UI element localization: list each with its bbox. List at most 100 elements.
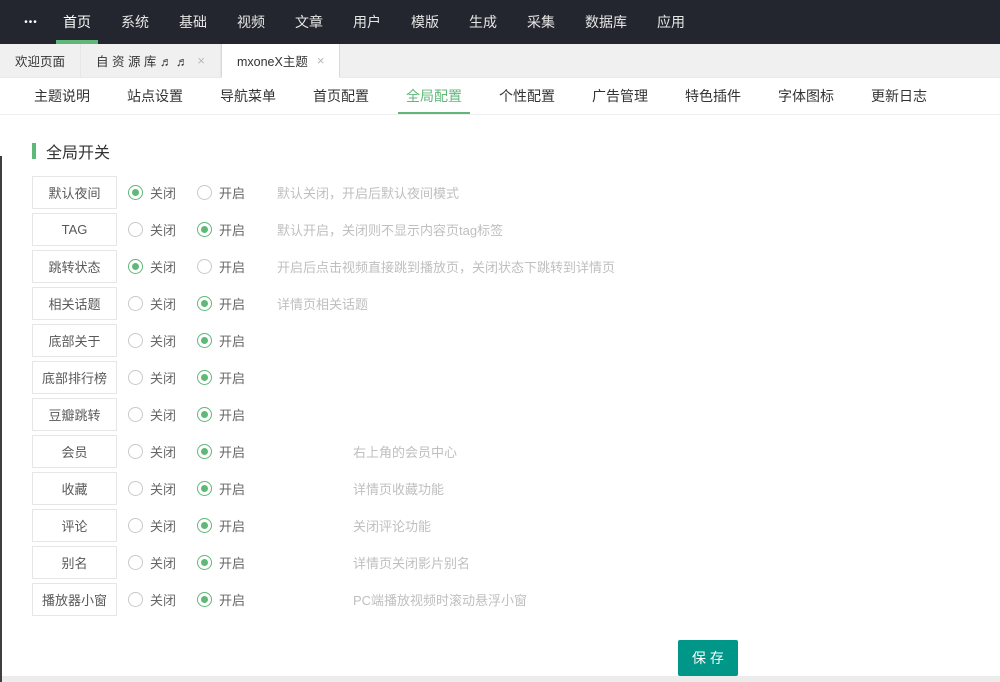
radio-circle-icon — [128, 259, 143, 274]
radio-on[interactable]: 开启 — [197, 516, 266, 535]
radio-on[interactable]: 开启 — [197, 294, 266, 313]
section-title: 全局开关 — [46, 139, 110, 163]
radio-off-label: 关闭 — [150, 590, 176, 609]
radio-off-label: 关闭 — [150, 442, 176, 461]
theme-tab[interactable]: 导航菜单 — [210, 78, 286, 114]
radio-on[interactable]: 开启 — [197, 405, 266, 424]
more-menu-icon[interactable]: ••• — [14, 0, 48, 44]
theme-tab[interactable]: 首页配置 — [303, 78, 379, 114]
left-edge-scrollbar[interactable] — [0, 156, 2, 682]
close-icon[interactable]: × — [197, 54, 205, 67]
theme-tab[interactable]: 广告管理 — [582, 78, 658, 114]
window-tab[interactable]: 自 资 源 库 ♬ ♬× — [81, 44, 221, 77]
window-tab-label: mxoneX主题 — [237, 51, 308, 70]
switch-description: PC端播放视频时滚动悬浮小窗 — [353, 590, 527, 609]
radio-off-label: 关闭 — [150, 294, 176, 313]
radio-off[interactable]: 关闭 — [128, 405, 197, 424]
top-nav-item[interactable]: 系统 — [111, 0, 159, 44]
radio-off[interactable]: 关闭 — [128, 553, 197, 572]
horizontal-scrollbar[interactable] — [0, 676, 1000, 682]
top-nav-item[interactable]: 视频 — [227, 0, 275, 44]
radio-on-label: 开启 — [219, 294, 245, 313]
switch-description: 详情页收藏功能 — [353, 479, 444, 498]
switch-description: 详情页相关话题 — [277, 294, 368, 313]
radio-off[interactable]: 关闭 — [128, 220, 197, 239]
radio-off[interactable]: 关闭 — [128, 516, 197, 535]
radio-circle-icon — [128, 185, 143, 200]
radio-circle-icon — [197, 555, 212, 570]
radio-off-label: 关闭 — [150, 405, 176, 424]
switch-row: 默认夜间 关闭 开启 默认关闭，开启后默认夜间模式 — [32, 176, 1000, 209]
radio-on[interactable]: 开启 — [197, 257, 266, 276]
radio-circle-icon — [197, 407, 212, 422]
theme-tab[interactable]: 全局配置 — [396, 78, 472, 114]
theme-tab[interactable]: 特色插件 — [675, 78, 751, 114]
radio-off[interactable]: 关闭 — [128, 442, 197, 461]
radio-dot-icon — [132, 337, 139, 344]
radio-on[interactable]: 开启 — [197, 220, 266, 239]
radio-off[interactable]: 关闭 — [128, 257, 197, 276]
radio-on-label: 开启 — [219, 220, 245, 239]
radio-dot-icon — [132, 189, 139, 196]
radio-on[interactable]: 开启 — [197, 442, 266, 461]
radio-off[interactable]: 关闭 — [128, 294, 197, 313]
switch-row: 收藏 关闭 开启 详情页收藏功能 — [32, 472, 1000, 505]
top-nav-item[interactable]: 应用 — [647, 0, 695, 44]
radio-off[interactable]: 关闭 — [128, 331, 197, 350]
top-nav-item[interactable]: 模版 — [401, 0, 449, 44]
radio-on[interactable]: 开启 — [197, 553, 266, 572]
radio-dot-icon — [132, 226, 139, 233]
switch-label-box: 默认夜间 — [32, 176, 117, 209]
top-nav-item[interactable]: 基础 — [169, 0, 217, 44]
content-area: 主题说明站点设置导航菜单首页配置全局配置个性配置广告管理特色插件字体图标更新日志… — [0, 78, 1000, 676]
radio-off[interactable]: 关闭 — [128, 183, 197, 202]
top-nav-item-label: 首页 — [63, 12, 91, 32]
radio-off[interactable]: 关闭 — [128, 590, 197, 609]
window-tab[interactable]: mxoneX主题 × — [221, 44, 340, 78]
radio-on[interactable]: 开启 — [197, 479, 266, 498]
radio-on[interactable]: 开启 — [197, 368, 266, 387]
radio-off[interactable]: 关闭 — [128, 368, 197, 387]
radio-on-label: 开启 — [219, 331, 245, 350]
top-nav-item-label: 模版 — [411, 12, 439, 32]
switch-row: 别名 关闭 开启 详情页关闭影片别名 — [32, 546, 1000, 579]
radio-circle-icon — [128, 222, 143, 237]
theme-tab[interactable]: 字体图标 — [768, 78, 844, 114]
top-nav-item[interactable]: 文章 — [285, 0, 333, 44]
top-nav-items: 首页 系统基础视频文章用户模版生成采集数据库 应用 — [48, 0, 700, 44]
global-config-panel: 全局开关 默认夜间 关闭 开启 默认关闭，开启后默认夜间模式 TAG 关闭 — [0, 115, 1000, 676]
top-nav-item[interactable]: 首页 — [53, 0, 101, 44]
radio-dot-icon — [201, 522, 208, 529]
top-nav-item[interactable]: 数据库 — [575, 0, 637, 44]
radio-on-label: 开启 — [219, 368, 245, 387]
top-nav-item-label: 系统 — [121, 12, 149, 32]
radio-on-label: 开启 — [219, 442, 245, 461]
radio-on[interactable]: 开启 — [197, 590, 266, 609]
radio-dot-icon — [132, 448, 139, 455]
radio-circle-icon — [197, 333, 212, 348]
radio-on-label: 开启 — [219, 590, 245, 609]
radio-on[interactable]: 开启 — [197, 331, 266, 350]
radio-off-label: 关闭 — [150, 516, 176, 535]
top-nav-item[interactable]: 采集 — [517, 0, 565, 44]
top-nav-item-label: 应用 — [657, 12, 685, 32]
save-button[interactable]: 保 存 — [678, 640, 738, 676]
close-icon[interactable]: × — [317, 54, 325, 67]
theme-tab[interactable]: 主题说明 — [24, 78, 100, 114]
top-nav-item[interactable]: 用户 — [343, 0, 391, 44]
radio-dot-icon — [201, 337, 208, 344]
radio-on[interactable]: 开启 — [197, 183, 266, 202]
radio-dot-icon — [132, 300, 139, 307]
radio-on-label: 开启 — [219, 516, 245, 535]
radio-off[interactable]: 关闭 — [128, 479, 197, 498]
theme-config-tabs: 主题说明站点设置导航菜单首页配置全局配置个性配置广告管理特色插件字体图标更新日志 — [0, 78, 1000, 115]
theme-tab[interactable]: 个性配置 — [489, 78, 565, 114]
radio-dot-icon — [132, 411, 139, 418]
radio-off-label: 关闭 — [150, 553, 176, 572]
top-nav-item[interactable]: 生成 — [459, 0, 507, 44]
theme-tab[interactable]: 站点设置 — [117, 78, 193, 114]
theme-tab[interactable]: 更新日志 — [861, 78, 937, 114]
switch-row: 相关话题 关闭 开启 详情页相关话题 — [32, 287, 1000, 320]
top-nav-item-label: 数据库 — [585, 12, 627, 32]
window-tab[interactable]: 欢迎页面 — [0, 44, 81, 77]
